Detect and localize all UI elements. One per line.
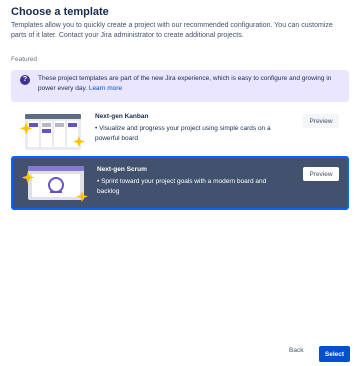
info-banner: ? These project templates are part of th… (11, 70, 349, 102)
question-circle-icon: ? (20, 75, 30, 85)
template-description: • Sprint toward your project goals with … (97, 178, 267, 195)
preview-button-kanban[interactable]: Preview (303, 114, 339, 128)
featured-label: Featured (11, 56, 38, 63)
template-name: Next-gen Kanban (95, 113, 149, 120)
template-description: • Visualize and progress your project us… (95, 125, 271, 142)
template-card-kanban[interactable]: Next-gen Kanban • Visualize and progress… (11, 108, 349, 158)
dialog-title: Choose a template (11, 6, 109, 18)
kanban-illustration-icon (19, 114, 85, 150)
info-banner-text: These project templates are part of the … (38, 74, 343, 94)
template-card-scrum[interactable]: Next-gen Scrum • Sprint toward your proj… (11, 156, 349, 210)
back-button[interactable]: Back (289, 347, 303, 354)
preview-button-scrum[interactable]: Preview (303, 167, 339, 181)
template-name: Next-gen Scrum (97, 166, 147, 173)
dialog-description: Templates allow you to quickly create a … (11, 22, 333, 39)
info-banner-message: These project templates are part of the … (38, 75, 332, 92)
scrum-illustration-icon (21, 166, 88, 202)
select-button[interactable]: Select (319, 346, 350, 362)
learn-more-link[interactable]: Learn more (89, 85, 122, 92)
